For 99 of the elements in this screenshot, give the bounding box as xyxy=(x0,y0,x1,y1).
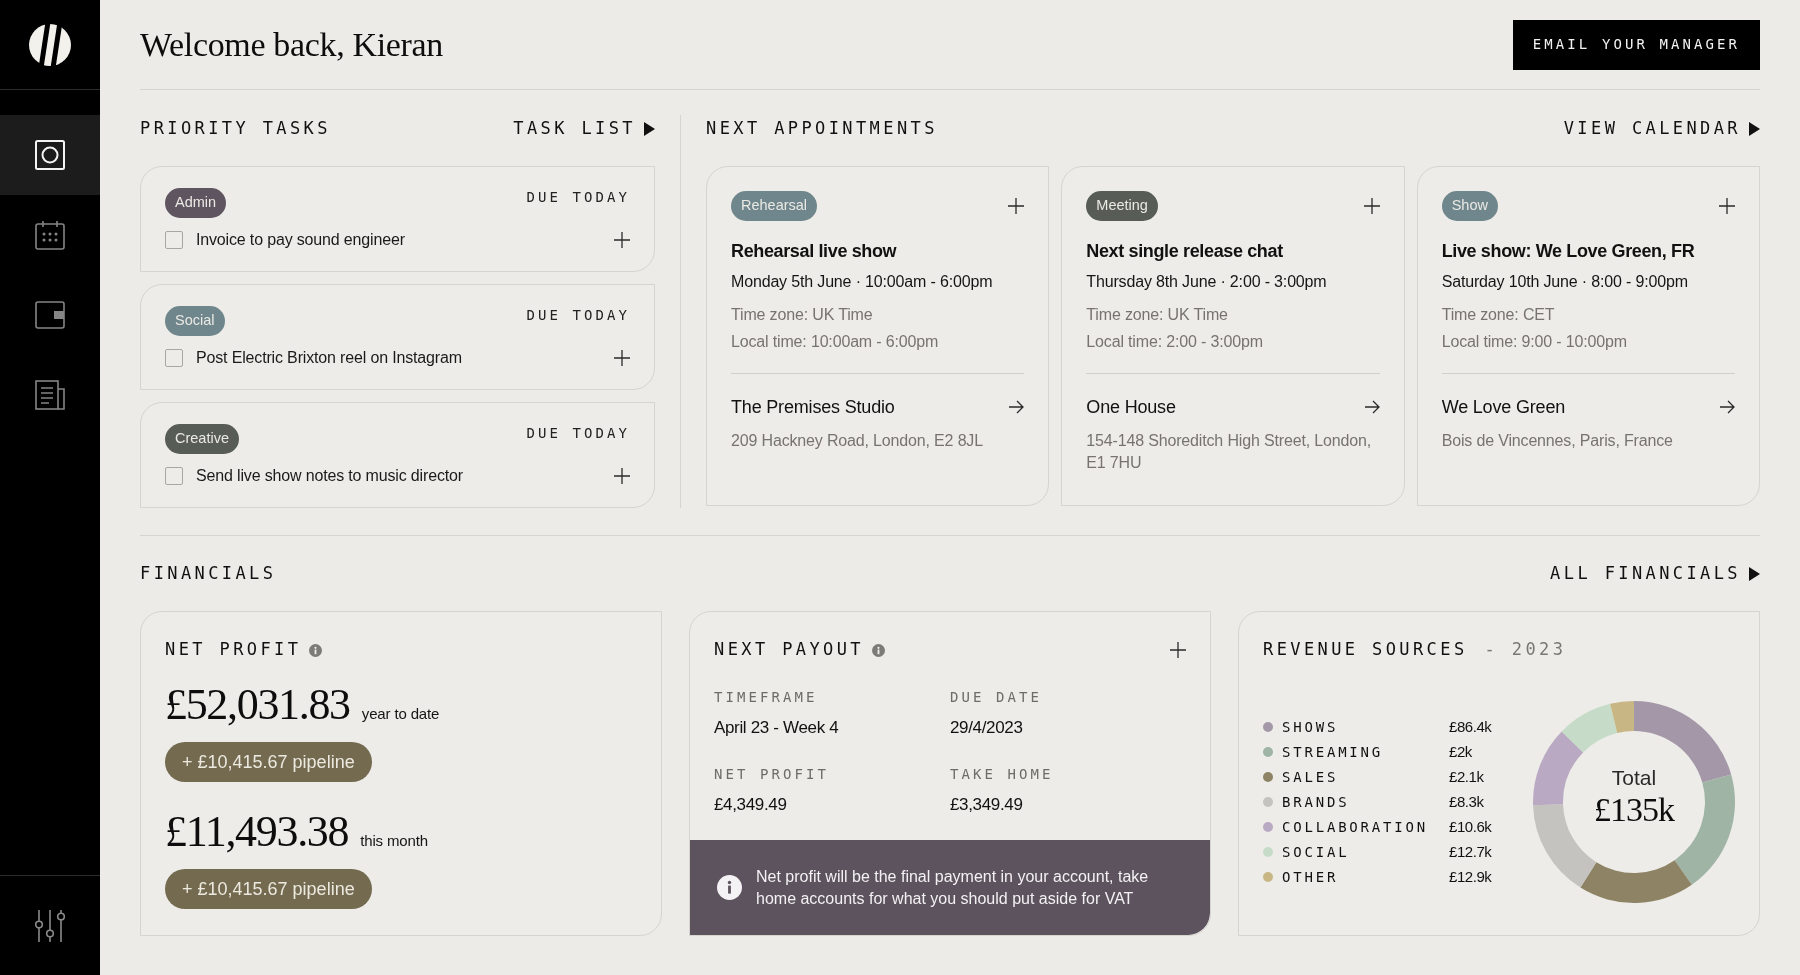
section-title: FINANCIALS xyxy=(140,562,277,586)
calendar-icon xyxy=(35,220,65,250)
venue-address: 209 Hackney Road, London, E2 8JL xyxy=(731,431,984,451)
amount-value: £52,031.83 xyxy=(165,679,350,731)
document-icon xyxy=(35,380,65,410)
appointment-date: Monday 5th June · 10:00am - 6:00pm xyxy=(731,272,994,292)
legend-amount: £10.6k xyxy=(1449,816,1492,837)
due-label: DUE TODAY xyxy=(526,306,630,325)
task-text: Post Electric Brixton reel on Instagram xyxy=(196,348,462,368)
category-tag: Meeting xyxy=(1086,191,1158,221)
card-title: REVENUE SOURCES xyxy=(1263,638,1468,662)
category-tag: Rehearsal xyxy=(731,191,818,221)
total-amount: £135k xyxy=(1594,790,1674,830)
field-value: 29/4/2023 xyxy=(950,717,1024,739)
pipeline-pill: + £10,415.67 pipeline xyxy=(165,869,372,909)
plus-icon[interactable] xyxy=(614,468,630,484)
legend-amount: £8.3k xyxy=(1449,791,1484,812)
circle-in-square-icon xyxy=(35,140,65,170)
triangle-right-icon xyxy=(1749,567,1760,581)
logo xyxy=(29,23,71,66)
checkbox[interactable] xyxy=(165,467,183,485)
local-time-text: Local time: 9:00 - 10:00pm xyxy=(1441,332,1628,352)
appointment-title: Live show: We Love Green, FR xyxy=(1441,240,1696,263)
card-title: NET PROFIT xyxy=(165,638,302,662)
total-label: Total xyxy=(1611,766,1657,790)
checkbox[interactable] xyxy=(165,231,183,249)
section-link[interactable]: VIEW CALENDAR xyxy=(1563,116,1760,142)
sliders-icon[interactable] xyxy=(35,909,65,942)
appointment-title: Next single release chat xyxy=(1086,240,1284,263)
field-label: NET PROFIT xyxy=(714,765,831,784)
venue-address: 154-148 Shoreditch High Street, London, E1 7HU xyxy=(1086,431,1372,473)
plus-icon[interactable] xyxy=(1719,198,1735,214)
due-label: DUE TODAY xyxy=(526,188,630,207)
info-icon xyxy=(717,875,742,900)
venue-name: One House xyxy=(1086,396,1176,419)
arrow-right-icon[interactable] xyxy=(1720,400,1735,414)
legend-amount: £12.9k xyxy=(1449,866,1492,887)
note-text: Net profit will be the final payment in your account, take home accounts for what you should put aside for VAT xyxy=(756,866,1150,909)
venue-name: The Premises Studio xyxy=(731,396,895,419)
category-tag: Admin xyxy=(165,188,227,218)
plus-icon[interactable] xyxy=(1008,198,1025,214)
plus-icon[interactable] xyxy=(1170,642,1186,658)
time-zone-text: Time zone: CET xyxy=(1441,305,1556,325)
legend-amount: £2.1k xyxy=(1449,766,1484,787)
field-value: April 23 - Week 4 xyxy=(714,717,840,739)
legend-amount: £86.4k xyxy=(1449,716,1492,737)
category-tag: Creative xyxy=(165,424,239,454)
plus-icon[interactable] xyxy=(1363,198,1380,214)
local-time-text: Local time: 10:00am - 6:00pm xyxy=(731,332,940,352)
wallet-icon xyxy=(35,301,65,329)
venue-address: Bois de Vincennes, Paris, France xyxy=(1441,431,1674,451)
amount-value: £11,493.38 xyxy=(165,806,349,858)
legend-label: BRANDS xyxy=(1282,792,1351,812)
local-time-text: Local time: 2:00 - 3:00pm xyxy=(1086,332,1264,352)
year-text: - 2023 xyxy=(1484,638,1567,662)
section-title: NEXT APPOINTMENTS xyxy=(706,117,938,141)
arrow-right-icon[interactable] xyxy=(1364,400,1380,414)
card-title: NEXT PAYOUT xyxy=(714,638,864,662)
time-zone-text: Time zone: UK Time xyxy=(1086,305,1229,325)
category-tag: Show xyxy=(1441,191,1498,221)
legend-label: SALES xyxy=(1282,767,1340,787)
legend-label: COLLABORATION xyxy=(1282,817,1429,837)
field-value: £4,349.49 xyxy=(714,794,788,816)
field-label: TIMEFRAME xyxy=(714,688,819,707)
section-link[interactable]: TASK LIST xyxy=(513,116,655,142)
page-title: Welcome back, Kieran xyxy=(140,25,443,65)
legend-label: STREAMING xyxy=(1282,742,1385,762)
task-text: Send live show notes to music director xyxy=(196,466,463,486)
field-value: £3,349.49 xyxy=(950,794,1024,816)
triangle-right-icon xyxy=(1749,122,1760,136)
appointment-title: Rehearsal live show xyxy=(731,240,898,263)
time-zone-text: Time zone: UK Time xyxy=(731,305,874,325)
info-icon[interactable] xyxy=(309,643,323,657)
field-label: TAKE HOME xyxy=(950,765,1055,784)
period-text: this month xyxy=(360,831,428,851)
legend-label: SOCIAL xyxy=(1282,842,1351,862)
field-label: DUE DATE xyxy=(950,688,1044,707)
due-label: DUE TODAY xyxy=(526,424,630,443)
checkbox[interactable] xyxy=(165,349,183,367)
legend-amount: £2k xyxy=(1449,741,1472,762)
section-link[interactable]: ALL FINANCIALS xyxy=(1550,561,1760,587)
pipeline-pill: + £10,415.67 pipeline xyxy=(165,742,372,782)
appointment-date: Saturday 10th June · 8:00 - 9:00pm xyxy=(1441,272,1689,292)
legend-label: OTHER xyxy=(1282,867,1340,887)
arrow-right-icon[interactable] xyxy=(1009,400,1025,414)
nav-button[interactable] xyxy=(0,115,100,195)
plus-icon[interactable] xyxy=(614,350,630,366)
appointment-date: Thursday 8th June · 2:00 - 3:00pm xyxy=(1086,272,1328,292)
plus-icon[interactable] xyxy=(614,232,630,248)
email-manager-button[interactable]: EMAIL YOUR MANAGER xyxy=(1512,19,1760,70)
triangle-right-icon xyxy=(644,122,655,136)
legend-amount: £12.7k xyxy=(1449,841,1492,862)
period-text: year to date xyxy=(361,704,440,724)
task-text: Invoice to pay sound engineer xyxy=(196,230,405,250)
section-title: PRIORITY TASKS xyxy=(140,117,331,141)
legend-label: SHOWS xyxy=(1282,717,1340,737)
category-tag: Social xyxy=(165,306,225,336)
venue-name: We Love Green xyxy=(1441,396,1566,419)
info-icon[interactable] xyxy=(872,643,885,657)
